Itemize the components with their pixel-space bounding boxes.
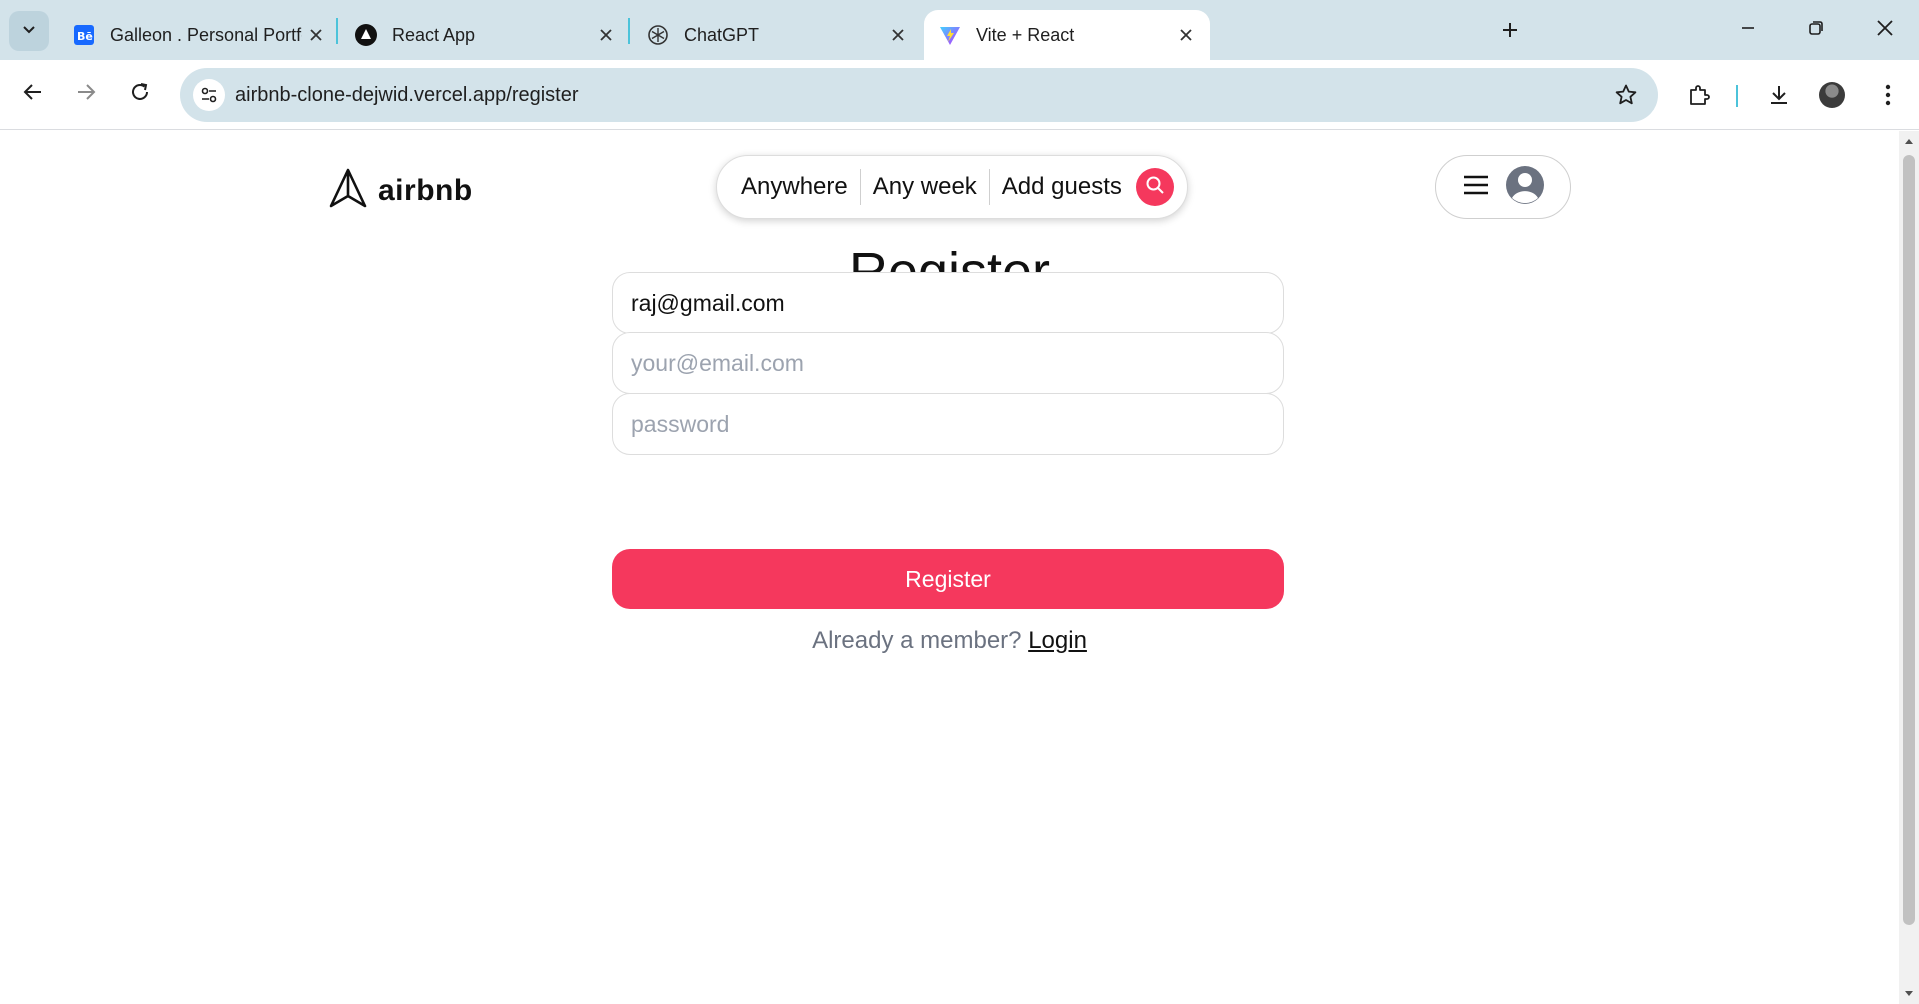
search-bar[interactable]: Anywhere Any week Add guests [716,155,1188,219]
search-icon [1145,175,1165,200]
user-avatar-icon [1506,165,1544,209]
vite-icon [938,23,962,47]
bookmark-star-icon[interactable] [1612,81,1640,109]
download-icon[interactable] [1763,79,1795,111]
scrollbar-thumb[interactable] [1903,155,1915,925]
arrow-right-icon [75,81,97,108]
profile-avatar[interactable] [1816,79,1848,111]
browser-toolbar: airbnb-clone-dejwid.vercel.app/register [0,60,1919,130]
login-link[interactable]: Login [1028,627,1087,654]
login-prompt-text: Already a member? [812,627,1022,654]
more-menu-icon[interactable] [1872,79,1904,111]
address-bar[interactable]: airbnb-clone-dejwid.vercel.app/register [180,68,1658,122]
paper-plane-icon [328,167,368,214]
back-button[interactable] [13,74,53,114]
svg-text:Bē: Bē [77,30,93,43]
logo-text: airbnb [378,173,473,207]
tab-react-app[interactable]: React App [340,10,630,60]
tab-strip: Bē Galleon . Personal Portfolio Wel Reac… [0,0,1919,60]
close-icon[interactable] [302,21,330,49]
reload-icon [129,81,151,108]
tab-title: Galleon . Personal Portfolio Wel [110,24,302,45]
search-where[interactable]: Anywhere [741,173,860,201]
close-icon[interactable] [884,21,912,49]
site-settings-icon[interactable] [193,79,225,111]
hamburger-menu-icon [1462,174,1490,201]
email-field[interactable] [612,332,1284,394]
tab-chatgpt[interactable]: ChatGPT [632,10,922,60]
restore-button[interactable] [1786,10,1846,50]
tab-title: React App [392,24,476,45]
minimize-icon [1740,20,1756,41]
plus-icon [1501,21,1519,44]
close-icon [1876,19,1894,42]
chevron-down-icon [21,21,37,42]
reload-button[interactable] [120,74,160,114]
extensions-icon[interactable] [1683,79,1715,111]
toolbar-divider [1736,85,1738,107]
tab-vite-react[interactable]: Vite + React [924,10,1210,60]
restore-icon [1808,20,1824,41]
tab-divider [628,18,630,44]
url-text: airbnb-clone-dejwid.vercel.app/register [235,84,579,106]
profile-avatar-icon [1819,82,1845,108]
chatgpt-icon [646,23,670,47]
arrow-left-icon [22,81,44,108]
close-icon[interactable] [592,21,620,49]
tab-search-button[interactable] [9,11,49,51]
search-when[interactable]: Any week [861,173,989,201]
scroll-up-icon[interactable] [1903,135,1915,147]
airbnb-logo[interactable]: airbnb [328,167,473,214]
login-prompt: Already a member? Login [0,627,1899,655]
vertical-scrollbar[interactable] [1899,131,1919,1004]
scroll-down-icon[interactable] [1903,988,1915,1000]
window-close-button[interactable] [1855,10,1915,50]
password-field[interactable] [612,393,1284,455]
tab-galleon[interactable]: Bē Galleon . Personal Portfolio Wel [58,10,340,60]
tab-title: ChatGPT [684,24,760,45]
user-menu-button[interactable] [1435,155,1571,219]
page-viewport: airbnb Anywhere Any week Add guests Regi… [0,131,1899,1004]
search-button[interactable] [1135,168,1174,206]
close-icon[interactable] [1172,21,1200,49]
new-tab-button[interactable] [1494,16,1526,48]
react-app-icon [354,23,378,47]
register-button[interactable]: Register [612,549,1284,609]
tab-divider [336,18,338,44]
minimize-button[interactable] [1718,10,1778,50]
forward-button[interactable] [66,74,106,114]
name-field[interactable] [612,272,1284,334]
tab-title: Vite + React [976,24,1075,45]
behance-icon: Bē [72,23,96,47]
search-who[interactable]: Add guests [990,173,1134,201]
